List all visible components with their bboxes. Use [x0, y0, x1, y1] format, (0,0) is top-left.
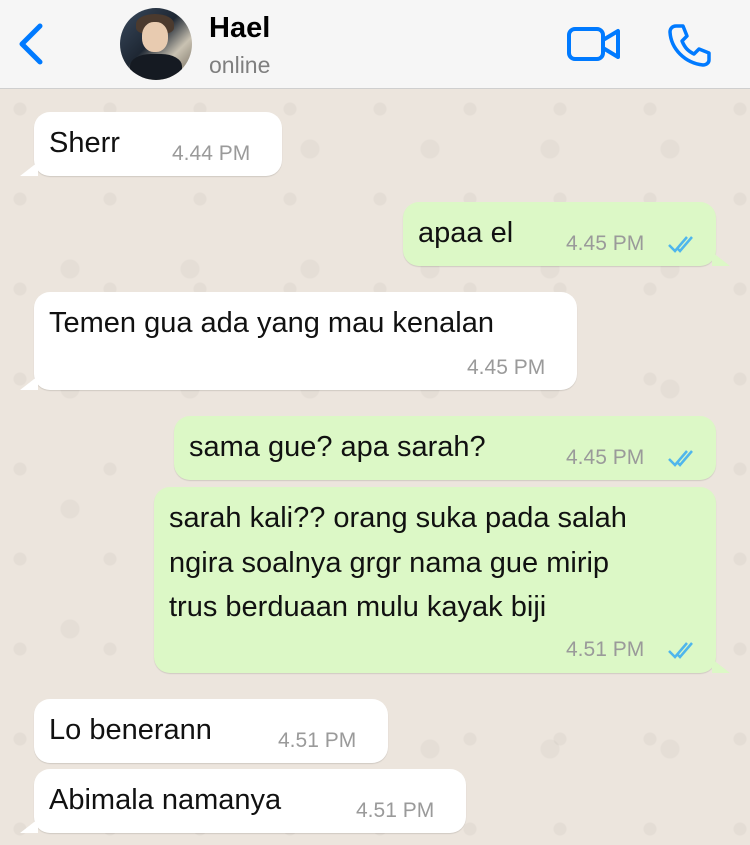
message-bubble-outgoing[interactable]: apaa el 4.45 PM — [403, 202, 716, 266]
message-bubble-incoming[interactable]: Sherr 4.44 PM — [34, 112, 282, 176]
chat-header: Hael online — [0, 0, 750, 89]
message-text-line: trus berduaan mulu kayak biji — [169, 591, 547, 623]
chevron-left-icon — [19, 23, 43, 65]
message-text: Sherr — [49, 127, 120, 159]
chat-area[interactable]: Sherr 4.44 PM apaa el 4.45 PM Temen gua … — [0, 89, 750, 845]
read-receipt-icon — [668, 236, 693, 253]
message-bubble-outgoing[interactable]: sarah kali?? orang suka pada salah ngira… — [154, 487, 716, 673]
avatar-shirt — [130, 54, 182, 80]
read-receipt-icon — [668, 450, 693, 467]
message-text-line: ngira soalnya grgr nama gue mirip — [169, 547, 610, 579]
message-time: 4.45 PM — [467, 356, 546, 379]
message-time: 4.51 PM — [566, 638, 645, 661]
message-text: Temen gua ada yang mau kenalan — [49, 307, 494, 339]
read-receipt-icon — [668, 642, 693, 659]
message-bubble-outgoing[interactable]: sama gue? apa sarah? 4.45 PM — [174, 416, 716, 480]
bubble-tail — [20, 819, 38, 833]
message-time: 4.51 PM — [278, 729, 357, 752]
message-text: Lo benerann — [49, 714, 212, 746]
bubble-tail — [20, 162, 38, 176]
video-call-button[interactable] — [566, 24, 622, 64]
contact-name[interactable]: Hael — [209, 12, 270, 45]
message-bubble-incoming[interactable]: Lo benerann 4.51 PM — [34, 699, 388, 763]
back-button[interactable] — [12, 18, 52, 70]
message-time: 4.44 PM — [172, 142, 251, 165]
bubble-tail — [712, 659, 730, 673]
voice-call-button[interactable] — [666, 22, 712, 68]
message-text-line: sarah kali?? orang suka pada salah — [169, 502, 627, 534]
bubble-tail — [20, 376, 38, 390]
avatar[interactable] — [120, 8, 192, 80]
message-time: 4.51 PM — [356, 799, 435, 822]
contact-status: online — [209, 52, 271, 78]
message-time: 4.45 PM — [566, 232, 645, 255]
video-camera-icon — [567, 27, 620, 61]
message-text: Abimala namanya — [49, 784, 282, 816]
message-text: sama gue? apa sarah? — [189, 431, 486, 463]
message-time: 4.45 PM — [566, 446, 645, 469]
message-bubble-incoming[interactable]: Abimala namanya 4.51 PM — [34, 769, 466, 833]
message-text: apaa el — [418, 217, 514, 249]
phone-icon — [668, 24, 711, 67]
bubble-tail — [712, 252, 730, 266]
avatar-face — [142, 22, 168, 52]
message-bubble-incoming[interactable]: Temen gua ada yang mau kenalan 4.45 PM — [34, 292, 577, 390]
